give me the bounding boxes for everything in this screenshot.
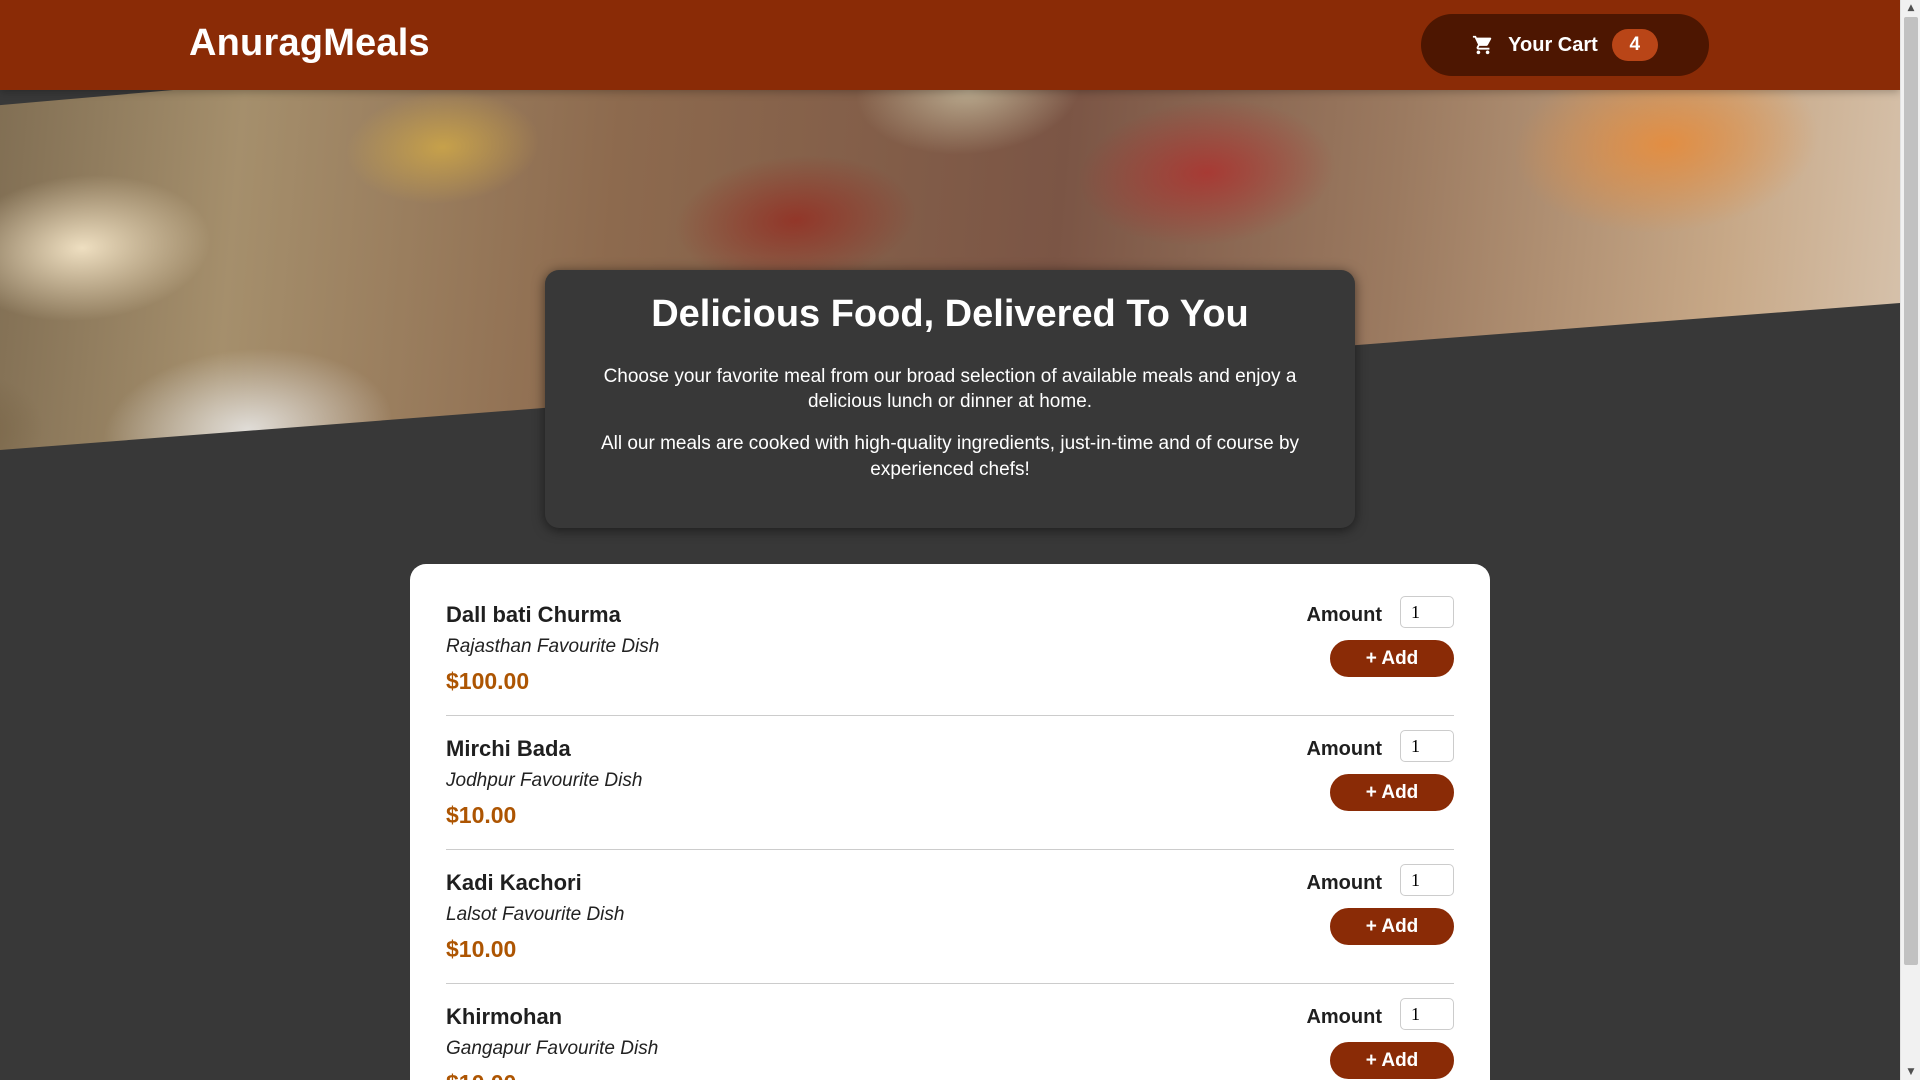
meal-item: Kadi Kachori Lalsot Favourite Dish $10.0… [446, 850, 1454, 984]
meal-description: Lalsot Favourite Dish [446, 904, 625, 925]
meal-item: Dall bati Churma Rajasthan Favourite Dis… [446, 582, 1454, 716]
amount-label: Amount [1306, 1006, 1382, 1028]
page-scrollbar[interactable]: ▲ ▼ [1900, 0, 1920, 1080]
amount-input[interactable] [1400, 864, 1454, 896]
amount-label: Amount [1306, 872, 1382, 894]
amount-label: Amount [1306, 738, 1382, 760]
available-meals-list: Dall bati Churma Rajasthan Favourite Dis… [410, 564, 1490, 1080]
scroll-down-icon[interactable]: ▼ [1901, 1064, 1920, 1080]
meal-price: $10.00 [446, 1070, 516, 1080]
meals-summary-card: Delicious Food, Delivered To You Choose … [545, 270, 1355, 528]
scroll-up-icon[interactable]: ▲ [1901, 0, 1920, 16]
amount-input[interactable] [1400, 730, 1454, 762]
meal-name: Dall bati Churma [446, 602, 621, 627]
meal-item: Khirmohan Gangapur Favourite Dish $10.00… [446, 984, 1454, 1080]
add-to-cart-button[interactable]: + Add [1330, 774, 1454, 811]
meal-name: Mirchi Bada [446, 736, 571, 761]
cart-button[interactable]: Your Cart 4 [1421, 14, 1709, 76]
add-to-cart-button[interactable]: + Add [1330, 640, 1454, 677]
cart-label: Your Cart [1508, 33, 1598, 56]
meal-description: Rajasthan Favourite Dish [446, 636, 660, 657]
meal-description: Gangapur Favourite Dish [446, 1038, 659, 1059]
add-to-cart-button[interactable]: + Add [1330, 1042, 1454, 1079]
amount-input[interactable] [1400, 998, 1454, 1030]
amount-input[interactable] [1400, 596, 1454, 628]
main-header: AnuragMeals Your Cart 4 [0, 0, 1900, 90]
add-to-cart-button[interactable]: + Add [1330, 908, 1454, 945]
meal-name: Khirmohan [446, 1004, 563, 1029]
scrollbar-thumb[interactable] [1904, 17, 1918, 965]
meal-name: Kadi Kachori [446, 870, 582, 895]
cart-count-badge: 4 [1611, 29, 1658, 61]
amount-label: Amount [1306, 604, 1382, 626]
app-viewport: AnuragMeals Your Cart 4 Delicious Food, … [0, 0, 1900, 1080]
summary-paragraph: All our meals are cooked with high-quali… [600, 432, 1300, 480]
app-logo: AnuragMeals [189, 22, 430, 64]
meal-price: $10.00 [446, 936, 517, 962]
shopping-cart-icon [1472, 34, 1494, 56]
meal-item: Mirchi Bada Jodhpur Favourite Dish $10.0… [446, 716, 1454, 850]
summary-title: Delicious Food, Delivered To You [651, 293, 1249, 335]
summary-paragraph: Choose your favorite meal from our broad… [603, 365, 1297, 413]
meal-price: $10.00 [446, 802, 517, 828]
meal-description: Jodhpur Favourite Dish [446, 770, 643, 791]
meal-price: $100.00 [446, 668, 530, 694]
